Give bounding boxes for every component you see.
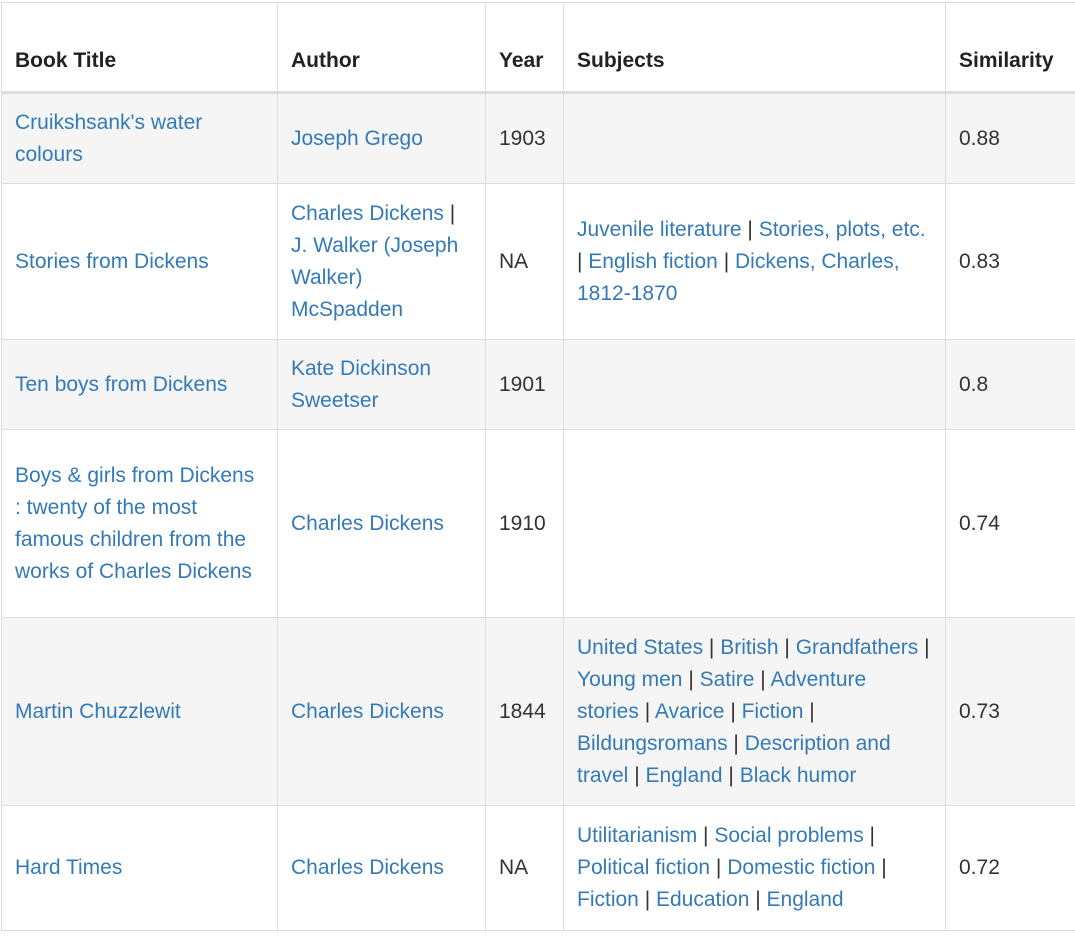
author-cell: Charles Dickens (278, 806, 486, 931)
subject-link[interactable]: England (767, 888, 844, 911)
book-title-cell: Martin Chuzzlewit (2, 618, 278, 806)
author-link[interactable]: Charles Dickens (291, 202, 444, 225)
separator: | (577, 250, 588, 273)
subject-link[interactable]: British (720, 636, 778, 659)
subject-link[interactable]: Satire (700, 668, 755, 691)
subject-link[interactable]: Black humor (740, 764, 857, 787)
separator: | (639, 700, 655, 723)
table-row: Boys & girls from Dickens : twenty of th… (2, 430, 1075, 618)
separator: | (723, 764, 740, 787)
separator: | (682, 668, 699, 691)
subject-link[interactable]: Grandfathers (796, 636, 919, 659)
separator: | (718, 250, 735, 273)
author-link[interactable]: Joseph Grego (291, 127, 423, 150)
subjects-cell: Utilitarianism | Social problems | Polit… (564, 806, 946, 931)
book-title-link[interactable]: Martin Chuzzlewit (15, 700, 181, 723)
subject-link[interactable]: Stories, plots, etc. (759, 218, 926, 241)
author-link[interactable]: Kate Dickinson Sweetser (291, 357, 431, 412)
author-cell: Kate Dickinson Sweetser (278, 340, 486, 430)
separator: | (639, 888, 656, 911)
book-title-link[interactable]: Ten boys from Dickens (15, 373, 227, 396)
subject-link[interactable]: Young men (577, 668, 682, 691)
similarity-cell: 0.73 (946, 618, 1075, 806)
subject-link[interactable]: Avarice (655, 700, 725, 723)
book-title-link[interactable]: Cruikshsank's water colours (15, 111, 202, 166)
subject-link[interactable]: Utilitarianism (577, 824, 697, 847)
subject-link[interactable]: Domestic fiction (727, 856, 875, 879)
book-title-link[interactable]: Boys & girls from Dickens : twenty of th… (15, 464, 254, 583)
subjects-cell (564, 340, 946, 430)
table-row: Hard Times Charles Dickens NA Utilitaria… (2, 806, 1075, 931)
subjects-cell: Juvenile literature | Stories, plots, et… (564, 184, 946, 340)
author-cell: Joseph Grego (278, 93, 486, 184)
subject-link[interactable]: Political fiction (577, 856, 710, 879)
separator: | (444, 202, 455, 225)
subject-link[interactable]: Juvenile literature (577, 218, 742, 241)
separator: | (728, 732, 745, 755)
author-link[interactable]: Charles Dickens (291, 856, 444, 879)
separator: | (742, 218, 759, 241)
subject-link[interactable]: Bildungsromans (577, 732, 728, 755)
author-cell: Charles Dickens (278, 430, 486, 618)
subject-link[interactable]: Fiction (742, 700, 804, 723)
table-row: Stories from Dickens Charles Dickens | J… (2, 184, 1075, 340)
separator: | (803, 700, 814, 723)
separator: | (697, 824, 714, 847)
book-title-link[interactable]: Hard Times (15, 856, 122, 879)
book-title-cell: Hard Times (2, 806, 278, 931)
separator: | (710, 856, 727, 879)
results-table: Book Title Author Year Subjects Similari… (1, 2, 1075, 931)
similarity-cell: 0.83 (946, 184, 1075, 340)
table-row: Cruikshsank's water colours Joseph Grego… (2, 93, 1075, 184)
separator: | (779, 636, 796, 659)
similarity-cell: 0.74 (946, 430, 1075, 618)
subject-link[interactable]: Social problems (714, 824, 863, 847)
year-cell: 1844 (486, 618, 564, 806)
separator: | (875, 856, 886, 879)
year-cell: 1901 (486, 340, 564, 430)
separator: | (754, 668, 770, 691)
subject-link[interactable]: Fiction (577, 888, 639, 911)
separator: | (628, 764, 645, 787)
year-cell: NA (486, 184, 564, 340)
author-cell: Charles Dickens (278, 618, 486, 806)
header-author: Author (278, 3, 486, 93)
subjects-cell (564, 93, 946, 184)
year-cell: 1910 (486, 430, 564, 618)
separator: | (918, 636, 929, 659)
author-link[interactable]: Charles Dickens (291, 512, 444, 535)
header-subjects: Subjects (564, 3, 946, 93)
subject-link[interactable]: English fiction (588, 250, 718, 273)
subject-link[interactable]: United States (577, 636, 703, 659)
author-cell: Charles Dickens | J. Walker (Joseph Walk… (278, 184, 486, 340)
book-title-link[interactable]: Stories from Dickens (15, 250, 209, 273)
subjects-cell (564, 430, 946, 618)
separator: | (724, 700, 741, 723)
author-link[interactable]: J. Walker (Joseph Walker) McSpadden (291, 234, 458, 321)
table-row: Martin Chuzzlewit Charles Dickens 1844 U… (2, 618, 1075, 806)
separator: | (703, 636, 720, 659)
book-title-cell: Boys & girls from Dickens : twenty of th… (2, 430, 278, 618)
similarity-cell: 0.72 (946, 806, 1075, 931)
book-title-cell: Ten boys from Dickens (2, 340, 278, 430)
year-cell: 1903 (486, 93, 564, 184)
separator: | (864, 824, 875, 847)
subject-link[interactable]: England (645, 764, 722, 787)
similarity-cell: 0.8 (946, 340, 1075, 430)
author-link[interactable]: Charles Dickens (291, 700, 444, 723)
similarity-cell: 0.88 (946, 93, 1075, 184)
year-cell: NA (486, 806, 564, 931)
separator: | (749, 888, 766, 911)
header-similarity: Similarity (946, 3, 1075, 93)
subject-link[interactable]: Education (656, 888, 749, 911)
header-year: Year (486, 3, 564, 93)
table-row: Ten boys from Dickens Kate Dickinson Swe… (2, 340, 1075, 430)
header-book-title: Book Title (2, 3, 278, 93)
subjects-cell: United States | British | Grandfathers |… (564, 618, 946, 806)
book-title-cell: Cruikshsank's water colours (2, 93, 278, 184)
header-row: Book Title Author Year Subjects Similari… (2, 3, 1075, 93)
book-title-cell: Stories from Dickens (2, 184, 278, 340)
